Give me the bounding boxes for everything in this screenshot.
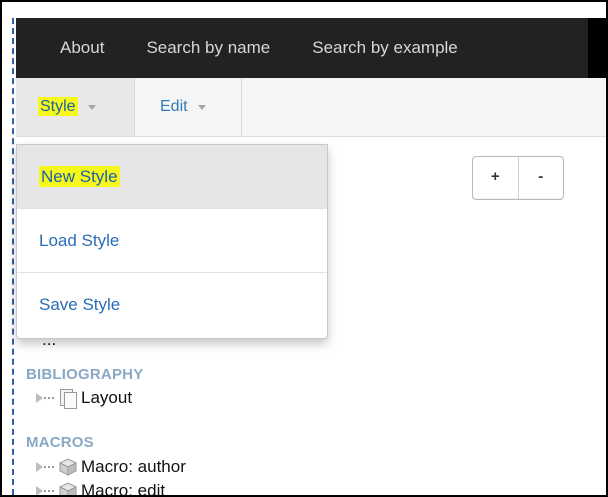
style-menu-button[interactable]: Style bbox=[16, 78, 135, 136]
pages-icon bbox=[58, 388, 78, 409]
chevron-down-icon bbox=[197, 104, 206, 110]
nav-search-by-example[interactable]: Search by example bbox=[291, 18, 479, 78]
navbar-edge bbox=[588, 18, 606, 78]
left-dashed-border bbox=[12, 18, 14, 495]
menu-item-label: Save Style bbox=[39, 295, 121, 314]
chevron-down-icon bbox=[87, 104, 96, 110]
cube-icon bbox=[58, 457, 78, 477]
tree-expander-icon[interactable] bbox=[36, 461, 56, 473]
zoom-button-group: + - bbox=[472, 156, 564, 200]
top-navbar: About Search by name Search by example bbox=[16, 18, 606, 78]
nav-search-by-name[interactable]: Search by name bbox=[125, 18, 291, 78]
menu-item-load-style[interactable]: Load Style bbox=[17, 209, 327, 273]
editor-toolbar: Style Edit bbox=[16, 78, 606, 137]
zoom-out-button[interactable]: - bbox=[519, 157, 564, 199]
tree-node-layout[interactable]: Layout bbox=[36, 388, 133, 409]
style-menu-label: Style bbox=[38, 97, 78, 116]
edit-menu-button[interactable]: Edit bbox=[134, 78, 242, 136]
window-frame: About Search by name Search by example S… bbox=[0, 0, 608, 497]
menu-item-label: Load Style bbox=[39, 231, 120, 250]
tree-expander-icon[interactable] bbox=[36, 392, 56, 404]
nav-about[interactable]: About bbox=[16, 18, 125, 78]
zoom-in-button[interactable]: + bbox=[473, 157, 519, 199]
tree-node-macro-edit[interactable]: Macro: edit bbox=[36, 481, 166, 497]
tree-node-label: Macro: author bbox=[81, 457, 186, 476]
section-heading-bibliography: BIBLIOGRAPHY bbox=[26, 366, 144, 383]
tree-node-macro-author[interactable]: Macro: author bbox=[36, 457, 186, 477]
menu-item-new-style[interactable]: New Style bbox=[17, 145, 327, 209]
menu-item-save-style[interactable]: Save Style bbox=[17, 273, 327, 336]
tree-expander-icon[interactable] bbox=[36, 485, 56, 495]
tree-node-label: Layout bbox=[81, 388, 133, 407]
section-heading-macros: MACROS bbox=[26, 434, 94, 451]
style-dropdown-menu: New Style Load Style Save Style bbox=[16, 144, 328, 339]
menu-item-label: New Style bbox=[39, 166, 120, 187]
edit-menu-label: Edit bbox=[160, 98, 188, 115]
cube-icon bbox=[58, 481, 78, 495]
tree-node-label: Macro: edit bbox=[81, 481, 166, 497]
